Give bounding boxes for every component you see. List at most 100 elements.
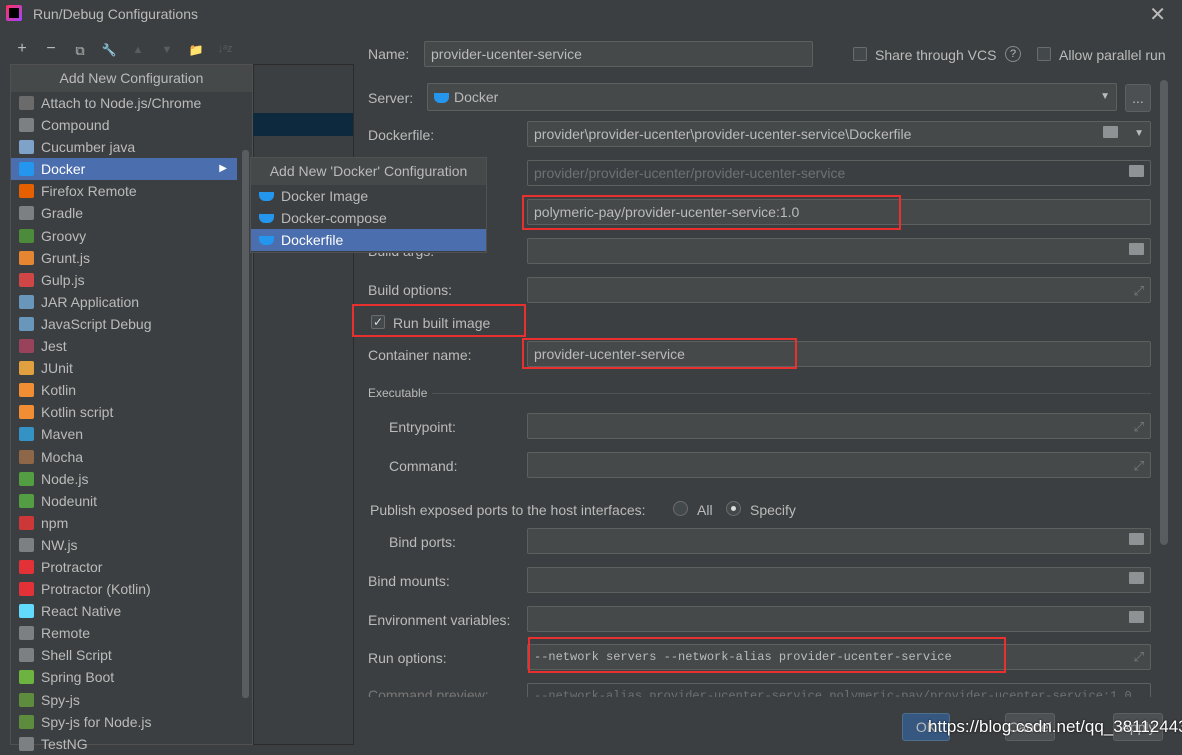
menu-item[interactable]: Gradle: [11, 202, 237, 224]
menu-item[interactable]: Spy-js: [11, 689, 237, 711]
menu-item[interactable]: Docker ▶: [11, 158, 237, 181]
sort-icon[interactable]: ↓ᵃz: [215, 43, 235, 55]
menu-item-label: Nodeunit: [41, 492, 98, 509]
form-scrollbar[interactable]: [1160, 80, 1168, 545]
all-radio[interactable]: [673, 501, 688, 516]
menu-item[interactable]: JavaScript Debug: [11, 313, 237, 335]
menu-item[interactable]: Shell Script: [11, 644, 237, 666]
menu-item-label: Remote: [41, 625, 91, 642]
tree-selected-row[interactable]: [253, 113, 353, 136]
menu-item-label: Grunt.js: [41, 249, 91, 266]
menu-item[interactable]: Nodeunit: [11, 490, 237, 512]
copy-icon[interactable]: ⧉: [70, 43, 90, 59]
menu-item[interactable]: Spring Boot: [11, 666, 237, 688]
shell-icon: [19, 648, 34, 663]
remove-icon[interactable]: −: [41, 40, 61, 58]
entrypoint-input[interactable]: ⤢: [527, 413, 1151, 439]
parallel-run-label: Allow parallel run: [1059, 47, 1166, 63]
folder-icon[interactable]: [1129, 243, 1144, 255]
menu-item[interactable]: NW.js: [11, 534, 237, 556]
menu-item-label: Kotlin script: [41, 404, 114, 421]
command-preview-input[interactable]: --network-alias provider-ucenter-service…: [527, 683, 1151, 697]
menu-item[interactable]: Gulp.js: [11, 269, 237, 291]
help-icon[interactable]: ?: [1005, 46, 1021, 62]
menu-item[interactable]: Kotlin script: [11, 401, 237, 423]
dockerfile-input[interactable]: provider\provider-ucenter\provider-ucent…: [527, 121, 1151, 147]
kotlin-script-icon: [19, 405, 34, 420]
kotlin-icon: [19, 383, 34, 398]
env-vars-label: Environment variables:: [368, 612, 511, 628]
expand-icon[interactable]: ⤢: [1134, 415, 1144, 438]
server-select[interactable]: Docker ▼: [427, 83, 1117, 111]
submenu-item-label: Docker-compose: [281, 210, 387, 227]
specify-label: Specify: [750, 502, 796, 518]
menu-item-label: npm: [41, 514, 69, 531]
menu-item[interactable]: Spy-js for Node.js: [11, 711, 237, 733]
window-title: Run/Debug Configurations: [33, 6, 198, 22]
specify-radio[interactable]: [726, 501, 741, 516]
executable-section-label: Executable: [368, 386, 428, 400]
context-folder-input[interactable]: provider/provider-ucenter/provider-ucent…: [527, 160, 1151, 186]
env-vars-input[interactable]: [527, 606, 1151, 632]
menu-item[interactable]: Attach to Node.js/Chrome: [11, 92, 237, 114]
menu-item[interactable]: Protractor: [11, 556, 237, 578]
menu-item[interactable]: Protractor (Kotlin): [11, 578, 237, 600]
submenu-item[interactable]: Docker-compose: [251, 207, 486, 229]
folder-icon[interactable]: [1129, 572, 1144, 584]
menu-item[interactable]: JUnit: [11, 357, 237, 379]
expand-icon[interactable]: ⤢: [1134, 454, 1144, 477]
folder-icon[interactable]: [1129, 611, 1144, 623]
menu-item-label: Compound: [41, 117, 110, 134]
menu-item[interactable]: Kotlin: [11, 379, 237, 401]
attach-icon: [19, 96, 34, 110]
menu-item[interactable]: Maven: [11, 423, 237, 445]
menu-item[interactable]: Mocha: [11, 446, 237, 468]
menu-item-label: Protractor (Kotlin): [41, 581, 151, 598]
name-label: Name:: [368, 46, 410, 62]
testng-icon: [19, 736, 34, 751]
folder-icon[interactable]: [1129, 165, 1144, 177]
parallel-run-checkbox[interactable]: [1037, 47, 1051, 61]
menu-item[interactable]: Cucumber java: [11, 136, 237, 158]
menu-item[interactable]: Groovy: [11, 225, 237, 247]
add-new-configuration-menu: Add New Configuration Attach to Node.js/…: [10, 64, 253, 752]
menu-item[interactable]: Firefox Remote: [11, 180, 237, 202]
highlight-box: [522, 338, 797, 369]
share-vcs-checkbox[interactable]: [853, 47, 867, 61]
menu-item[interactable]: Remote: [11, 622, 237, 644]
chevron-down-icon[interactable]: ▼: [1134, 122, 1144, 146]
submenu-item[interactable]: Dockerfile: [251, 229, 486, 252]
expand-icon[interactable]: ⤢: [1134, 646, 1144, 669]
docker-icon: [259, 192, 274, 201]
menu-item[interactable]: JAR Application: [11, 291, 237, 313]
menu-item[interactable]: Grunt.js: [11, 247, 237, 269]
move-down-icon[interactable]: ▼: [157, 44, 177, 56]
menu-item-label: JUnit: [41, 360, 73, 377]
folder-icon[interactable]: [1103, 126, 1118, 138]
name-input[interactable]: provider-ucenter-service: [424, 41, 813, 67]
menu-item[interactable]: npm: [11, 512, 237, 534]
menu-item-label: Mocha: [41, 448, 84, 465]
bind-mounts-input[interactable]: [527, 567, 1151, 593]
build-args-input[interactable]: [527, 238, 1151, 264]
menu-item[interactable]: React Native: [11, 600, 237, 622]
add-icon[interactable]: +: [12, 40, 32, 58]
menu-item-label: JAR Application: [41, 293, 140, 310]
command-input[interactable]: ⤢: [527, 452, 1151, 478]
expand-icon[interactable]: ⤢: [1134, 279, 1144, 302]
bind-ports-input[interactable]: [527, 528, 1151, 554]
submenu-item[interactable]: Docker Image: [251, 185, 486, 207]
wrench-icon[interactable]: 🔧: [99, 43, 119, 57]
menu-item[interactable]: Jest: [11, 335, 237, 357]
menu-item[interactable]: TestNG: [11, 733, 237, 755]
close-button[interactable]: ✕: [1149, 2, 1166, 27]
server-more-button[interactable]: ...: [1125, 84, 1151, 112]
menu-item[interactable]: Compound: [11, 114, 237, 136]
move-up-icon[interactable]: ▲: [128, 44, 148, 56]
menu-header: Add New Configuration: [11, 65, 252, 92]
menu-item[interactable]: Node.js: [11, 468, 237, 490]
build-options-input[interactable]: ⤢: [527, 277, 1151, 303]
folder-icon[interactable]: [1129, 533, 1144, 545]
menu-scrollbar[interactable]: [242, 150, 249, 698]
folder-add-icon[interactable]: 📁: [186, 43, 206, 57]
